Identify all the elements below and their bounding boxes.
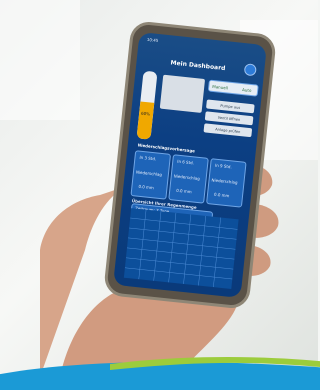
forecast-time: In 3 Std. <box>139 154 157 162</box>
equipment-image <box>159 74 206 113</box>
check-button[interactable]: Anlage prüfen <box>203 123 253 138</box>
settings-button[interactable] <box>243 63 257 77</box>
status-time: 10:45 <box>146 36 159 43</box>
mode-toggle[interactable]: Manuell Auto <box>207 79 259 97</box>
dashboard-title: Mein Dashboard <box>170 59 226 73</box>
forecast-value: 0.0 mm <box>176 187 192 195</box>
forecast-card-1[interactable]: In 3 Std. Niederschlag 0.0 mm <box>130 150 172 200</box>
forecast-card-3[interactable]: In 9 Std. Niederschlag 0.0 mm <box>206 158 247 208</box>
mode-manual[interactable]: Manuell <box>212 84 228 91</box>
tank-level: 60% <box>140 110 151 117</box>
forecast-time: In 6 Std. <box>177 158 195 166</box>
forecast-label: Niederschlag <box>135 169 163 178</box>
forecast-label: Niederschlag <box>173 173 201 182</box>
forecast-time: In 9 Std. <box>214 162 233 170</box>
tank-gauge <box>136 70 158 140</box>
forecast-label: Niederschlag <box>211 177 238 186</box>
phone-screen: 10:45 Mein Dashboard 60% Manuell Auto Pu… <box>113 32 267 298</box>
forecast-card-2[interactable]: In 6 Std. Niederschlag 0.0 mm <box>168 154 209 204</box>
tank-fill <box>136 101 155 140</box>
chart-grid <box>124 209 238 288</box>
forecast-value: 0.0 mm <box>213 191 230 199</box>
mode-auto[interactable]: Auto <box>242 87 252 93</box>
brand-wave <box>0 357 320 390</box>
forecast-value: 0.0 mm <box>138 183 155 191</box>
rain-chart-area <box>123 208 239 289</box>
photo-scene: 10:45 Mein Dashboard 60% Manuell Auto Pu… <box>0 0 320 390</box>
phone: 10:45 Mein Dashboard 60% Manuell Auto Pu… <box>106 23 274 307</box>
wave-blue <box>0 361 320 390</box>
